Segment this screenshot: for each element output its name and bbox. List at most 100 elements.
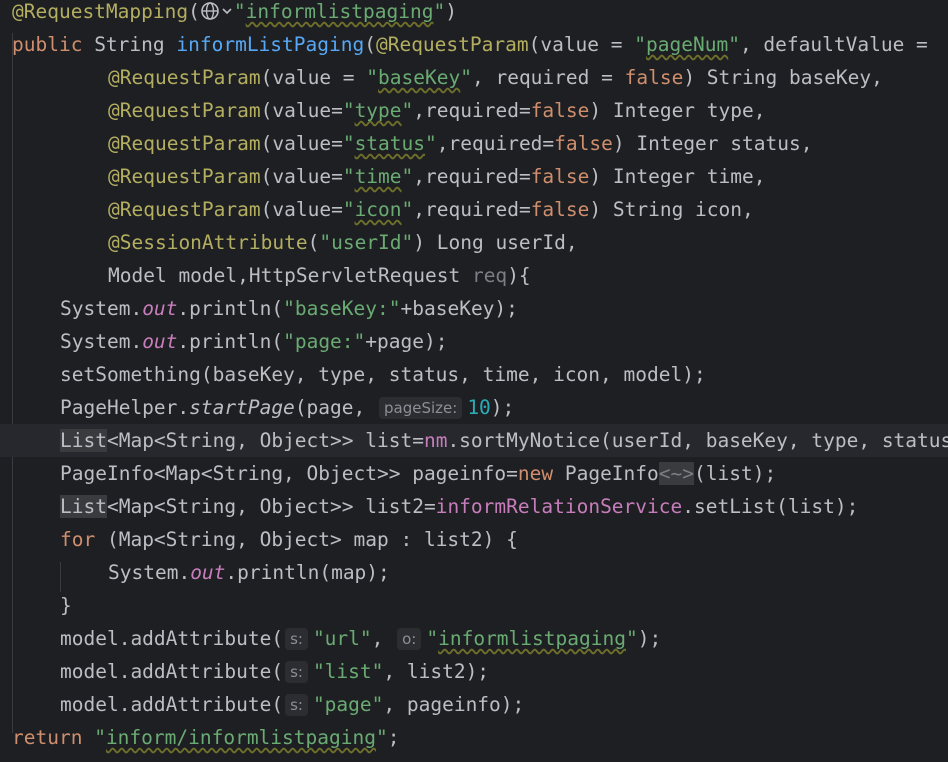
parameter-hint: s: <box>285 628 308 650</box>
code-line[interactable]: model.addAttribute(s: "list", list2); <box>0 655 948 688</box>
code-token: List <box>60 495 107 518</box>
code-token: out <box>142 297 178 320</box>
code-token: nm <box>423 429 448 452</box>
code-line[interactable]: @RequestParam(value = "baseKey", require… <box>0 61 948 94</box>
code-token: @SessionAttribute <box>108 231 308 254</box>
code-line[interactable]: Model model,HttpServletRequest req){ <box>0 259 948 292</box>
code-line[interactable]: @RequestParam(value="status",required=fa… <box>0 127 948 160</box>
code-token: ); <box>490 396 515 419</box>
code-token: time <box>354 165 402 188</box>
code-line[interactable]: setSomething(baseKey, type, status, time… <box>0 358 948 391</box>
code-token: " <box>625 627 638 650</box>
code-token: startPage <box>189 396 295 419</box>
code-token: @RequestParam <box>108 66 261 89</box>
code-token: icon <box>354 198 402 221</box>
code-token: "userId" <box>319 231 414 254</box>
code-token: ( <box>364 33 376 56</box>
code-token: <Map<String, Object>> list= <box>106 429 424 452</box>
code-token: false <box>530 165 590 188</box>
code-line[interactable]: PageInfo<Map<String, Object>> pageinfo=n… <box>0 457 948 490</box>
code-line[interactable]: public String informListPaging(@RequestP… <box>0 28 948 61</box>
code-token: " <box>342 165 355 188</box>
code-token: PageInfo<Map<String, Object>> pageinfo= <box>60 462 518 485</box>
code-token: (page, <box>294 396 377 419</box>
code-token: (list); <box>694 462 777 485</box>
code-token: " <box>233 0 246 23</box>
code-token: (value= <box>260 165 343 188</box>
code-token: " <box>342 132 355 155</box>
code-line[interactable]: System.out.println("baseKey:"+baseKey); <box>0 292 948 325</box>
code-line[interactable]: } <box>0 589 948 622</box>
code-line[interactable]: @RequestMapping("informlistpaging") <box>0 0 948 28</box>
code-token: baseKey <box>378 66 461 89</box>
code-token: (value= <box>260 99 343 122</box>
code-token: new <box>517 462 565 485</box>
code-line[interactable]: @RequestParam(value="time",required=fals… <box>0 160 948 193</box>
code-token: Model model,HttpServletRequest <box>108 264 472 287</box>
code-token: " <box>426 627 439 650</box>
code-token: public <box>12 33 95 56</box>
code-token: "url" <box>312 627 372 650</box>
code-line[interactable]: @RequestParam(value="type",required=fals… <box>0 94 948 127</box>
code-token: , <box>371 627 396 650</box>
code-token: +baseKey); <box>400 297 518 320</box>
code-line[interactable]: return "inform/informlistpaging"; <box>0 721 948 754</box>
code-line[interactable]: model.addAttribute(s: "url", o: "informlis… <box>0 622 948 655</box>
code-line[interactable]: for (Map<String, Object> map : list2) { <box>0 523 948 556</box>
code-token: ) Integer status, <box>612 132 813 155</box>
code-token: (value= <box>260 132 343 155</box>
code-token: ) <box>445 0 457 23</box>
code-token: false <box>624 66 684 89</box>
code-token: ,required= <box>436 132 555 155</box>
code-token: model.addAttribute( <box>60 693 284 716</box>
code-line[interactable]: List<Map<String, Object>> list=nm.sortMy… <box>0 424 948 457</box>
parameter-hint: s: <box>285 694 308 716</box>
code-token: model.addAttribute( <box>60 660 284 683</box>
code-token: ,required= <box>413 165 531 188</box>
code-token: inform/informlistpaging <box>105 726 376 749</box>
code-token: , required = <box>471 66 625 89</box>
code-token: ; <box>387 726 400 749</box>
code-token: informlistpaging <box>245 0 434 23</box>
code-line[interactable]: @SessionAttribute("userId") Long userId, <box>0 226 948 259</box>
code-token: " <box>401 198 414 221</box>
code-token: ( <box>188 0 200 23</box>
code-token: <~> <box>658 462 694 485</box>
code-token: "page" <box>312 693 384 716</box>
code-token: ) String baseKey, <box>683 66 883 89</box>
code-token: req <box>471 264 508 287</box>
code-token: ); <box>637 627 662 650</box>
code-token: ( <box>307 231 320 254</box>
code-token: " <box>342 99 355 122</box>
code-token: @RequestParam <box>108 132 261 155</box>
code-token: informlistpaging <box>438 627 626 650</box>
code-line[interactable]: List<Map<String, Object>> list2=informRe… <box>0 490 948 523</box>
code-line[interactable]: System.out.println("page:"+page); <box>0 325 948 358</box>
code-token: " <box>366 66 379 89</box>
code-token: (value = <box>528 33 635 56</box>
code-token: PageInfo <box>564 462 659 485</box>
globe-icon[interactable] <box>200 0 234 21</box>
code-token: " <box>375 726 388 749</box>
code-line[interactable]: PageHelper.startPage(page, pageSize: 10); <box>0 391 948 424</box>
code-editor[interactable]: @RequestMapping("informlistpaging") publi… <box>0 0 948 762</box>
code-line[interactable]: model.addAttribute(s: "page", pageinfo); <box>0 688 948 721</box>
code-line[interactable]: System.out.println(map); <box>0 556 948 589</box>
code-token: (Map<String, Object> map : list2) { <box>106 528 518 551</box>
code-token: ) Long userId, <box>413 231 578 254</box>
code-token: System. <box>60 330 143 353</box>
code-token: , pageinfo); <box>383 693 525 716</box>
code-token: false <box>554 132 613 155</box>
code-token: , list2); <box>383 660 490 683</box>
code-token: .sortMyNotice(userId, baseKey, type, sta… <box>447 429 948 452</box>
code-token: @RequestParam <box>108 198 261 221</box>
code-line[interactable]: @RequestParam(value="icon",required=fals… <box>0 193 948 226</box>
code-token: +page); <box>365 330 448 353</box>
code-token: for <box>60 528 107 551</box>
code-token: (value = <box>260 66 367 89</box>
code-token: " <box>425 132 437 155</box>
code-token: @RequestMapping <box>12 0 189 23</box>
code-token: return <box>12 726 95 749</box>
code-token: "page:" <box>283 330 366 353</box>
code-token: 10 <box>467 396 491 419</box>
